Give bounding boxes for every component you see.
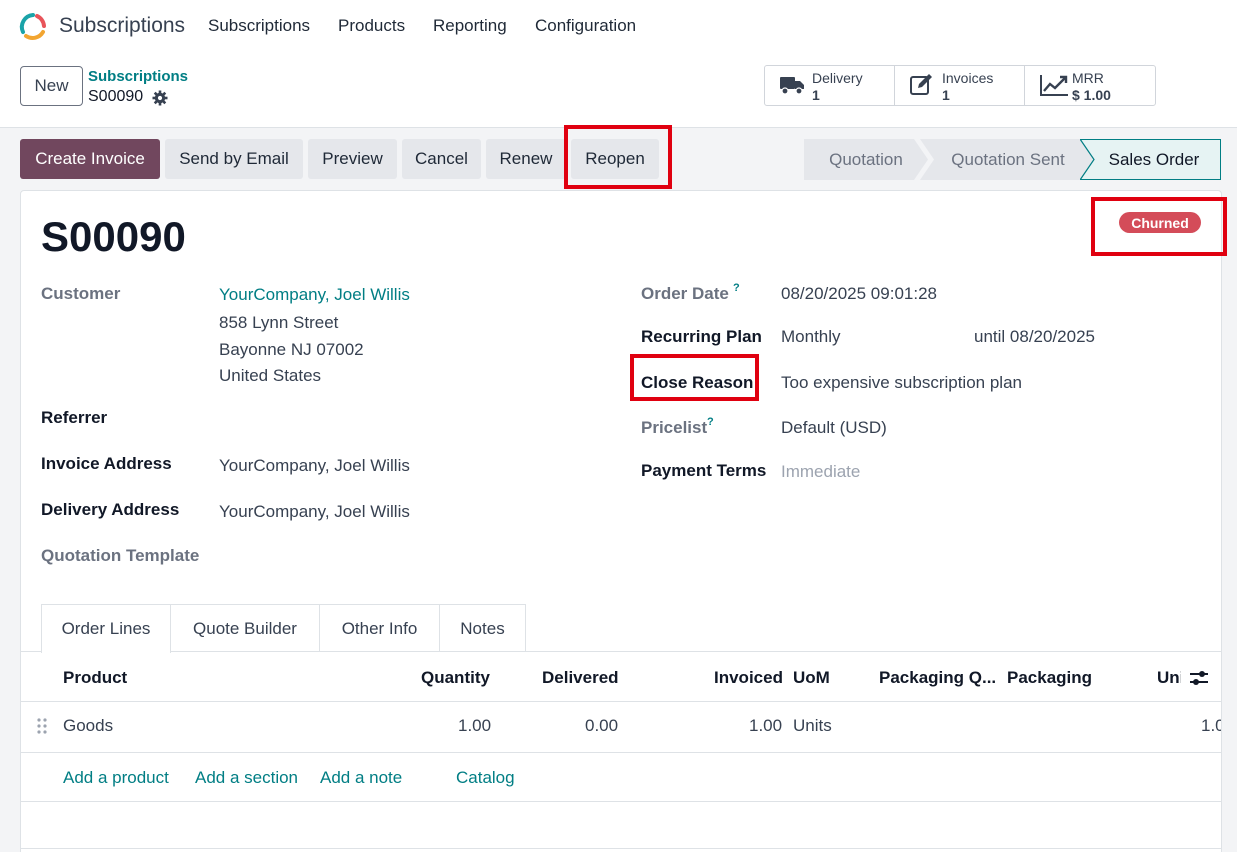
catalog-link[interactable]: Catalog	[456, 768, 515, 788]
menu-products[interactable]: Products	[338, 16, 405, 36]
referrer-label: Referrer	[41, 408, 108, 427]
stage-quotation[interactable]: Quotation	[804, 139, 928, 180]
order-date-help-icon[interactable]: ?	[733, 282, 740, 294]
breadcrumb-parent[interactable]: Subscriptions	[88, 68, 188, 85]
delivery-smart-button[interactable]: Delivery 1	[765, 66, 895, 105]
tab-quote-builder[interactable]: Quote Builder	[170, 604, 320, 652]
stage-active-edge	[1080, 139, 1095, 180]
cancel-button[interactable]: Cancel	[402, 139, 481, 179]
customer-city: Bayonne NJ 07002	[219, 340, 364, 359]
invoices-smart-button[interactable]: Invoices 1	[895, 66, 1025, 105]
recurring-plan-label: Recurring Plan	[641, 327, 762, 346]
col-delivered[interactable]: Delivered	[542, 668, 619, 688]
menu-reporting[interactable]: Reporting	[433, 16, 507, 36]
mrr-label: MRR	[1072, 70, 1104, 86]
cell-invoiced[interactable]: 1.00	[749, 716, 782, 736]
quotation-template-field[interactable]	[219, 544, 599, 570]
cell-unit-price[interactable]: 1.0	[1201, 716, 1221, 736]
footer-divider	[21, 801, 1221, 802]
payment-terms-field[interactable]: Immediate	[781, 462, 860, 482]
col-packaging-qty[interactable]: Packaging Q...	[879, 668, 996, 688]
cell-quantity[interactable]: 1.00	[458, 716, 491, 736]
scrollbar-track[interactable]	[1222, 190, 1237, 850]
bottom-divider	[21, 848, 1221, 849]
pricelist-field[interactable]: Default (USD)	[781, 418, 887, 438]
pricelist-help-icon[interactable]: ?	[707, 416, 714, 428]
mrr-smart-button[interactable]: MRR $ 1.00	[1025, 66, 1155, 105]
quotation-template-label: Quotation Template	[41, 546, 200, 565]
cell-delivered[interactable]: 0.00	[585, 716, 618, 736]
order-date-field[interactable]: 08/20/2025 09:01:28	[781, 284, 937, 304]
menu-subscriptions[interactable]: Subscriptions	[208, 16, 310, 36]
cell-product[interactable]: Goods	[63, 716, 113, 736]
col-invoiced[interactable]: Invoiced	[714, 668, 783, 688]
order-date-label: Order Date	[641, 284, 729, 303]
col-uom[interactable]: UoM	[793, 668, 830, 688]
edit-invoice-icon	[910, 74, 932, 95]
row-divider	[21, 752, 1221, 753]
column-settings-icon[interactable]	[1189, 669, 1209, 687]
close-reason-highlight	[630, 354, 759, 401]
delivery-address-label: Delivery Address	[41, 500, 180, 519]
gear-icon[interactable]	[152, 90, 168, 106]
tab-other-info[interactable]: Other Info	[319, 604, 440, 652]
menu-configuration[interactable]: Configuration	[535, 16, 636, 36]
app-name[interactable]: Subscriptions	[59, 14, 185, 38]
send-by-email-button[interactable]: Send by Email	[165, 139, 303, 179]
referrer-field[interactable]	[219, 404, 599, 430]
reopen-highlight	[564, 125, 672, 189]
invoices-label: Invoices	[942, 70, 994, 86]
invoice-address-label: Invoice Address	[41, 454, 172, 473]
recurring-plan-field[interactable]: Monthly	[781, 327, 841, 347]
customer-country: United States	[219, 366, 322, 385]
customer-field[interactable]: YourCompany, Joel Willis	[219, 285, 410, 305]
truck-icon	[780, 77, 804, 95]
delivery-label: Delivery	[812, 70, 863, 86]
tab-notes[interactable]: Notes	[439, 604, 526, 652]
cell-uom[interactable]: Units	[793, 716, 832, 736]
preview-button[interactable]: Preview	[308, 139, 397, 179]
add-note-link[interactable]: Add a note	[320, 768, 402, 788]
smart-buttons: Delivery 1 Invoices 1 MRR $ 1.00	[764, 65, 1156, 106]
end-date-field[interactable]: until 08/20/2025	[974, 327, 1095, 347]
col-unit-price[interactable]: Uni	[1157, 668, 1181, 688]
control-panel: New Subscriptions S00090 Delivery 1 Invo…	[0, 54, 1237, 128]
col-quantity[interactable]: Quantity	[421, 668, 490, 688]
tabs-divider	[21, 651, 1221, 652]
customer-label: Customer	[41, 284, 121, 303]
col-product[interactable]: Product	[63, 668, 127, 688]
badge-highlight	[1091, 197, 1227, 256]
drag-handle-icon[interactable]	[36, 717, 48, 735]
top-navbar: Subscriptions Subscriptions Products Rep…	[0, 0, 1237, 54]
add-product-link[interactable]: Add a product	[63, 768, 169, 788]
pricelist-label: Pricelist	[641, 418, 708, 437]
stage-sales-order[interactable]: Sales Order	[1080, 139, 1221, 180]
delivery-count: 1	[812, 87, 820, 103]
chart-line-icon	[1040, 75, 1068, 96]
breadcrumb-current: S00090	[88, 88, 144, 105]
customer-street: 858 Lynn Street	[219, 313, 339, 332]
stage-quotation-sent[interactable]: Quotation Sent	[920, 139, 1096, 180]
add-section-link[interactable]: Add a section	[195, 768, 298, 788]
invoices-count: 1	[942, 87, 950, 103]
create-invoice-button[interactable]: Create Invoice	[20, 139, 160, 179]
close-reason-field[interactable]: Too expensive subscription plan	[781, 373, 1022, 393]
renew-button[interactable]: Renew	[486, 139, 566, 179]
app-logo-icon[interactable]	[18, 12, 48, 42]
invoice-address-field[interactable]: YourCompany, Joel Willis	[219, 456, 410, 476]
tab-order-lines[interactable]: Order Lines	[41, 604, 171, 653]
payment-terms-label: Payment Terms	[641, 461, 767, 480]
header-divider	[21, 701, 1221, 702]
col-packaging[interactable]: Packaging	[1007, 668, 1092, 688]
new-button[interactable]: New	[20, 66, 83, 106]
page-title: S00090	[41, 213, 186, 260]
delivery-address-field[interactable]: YourCompany, Joel Willis	[219, 502, 410, 522]
mrr-value: $ 1.00	[1072, 87, 1111, 103]
